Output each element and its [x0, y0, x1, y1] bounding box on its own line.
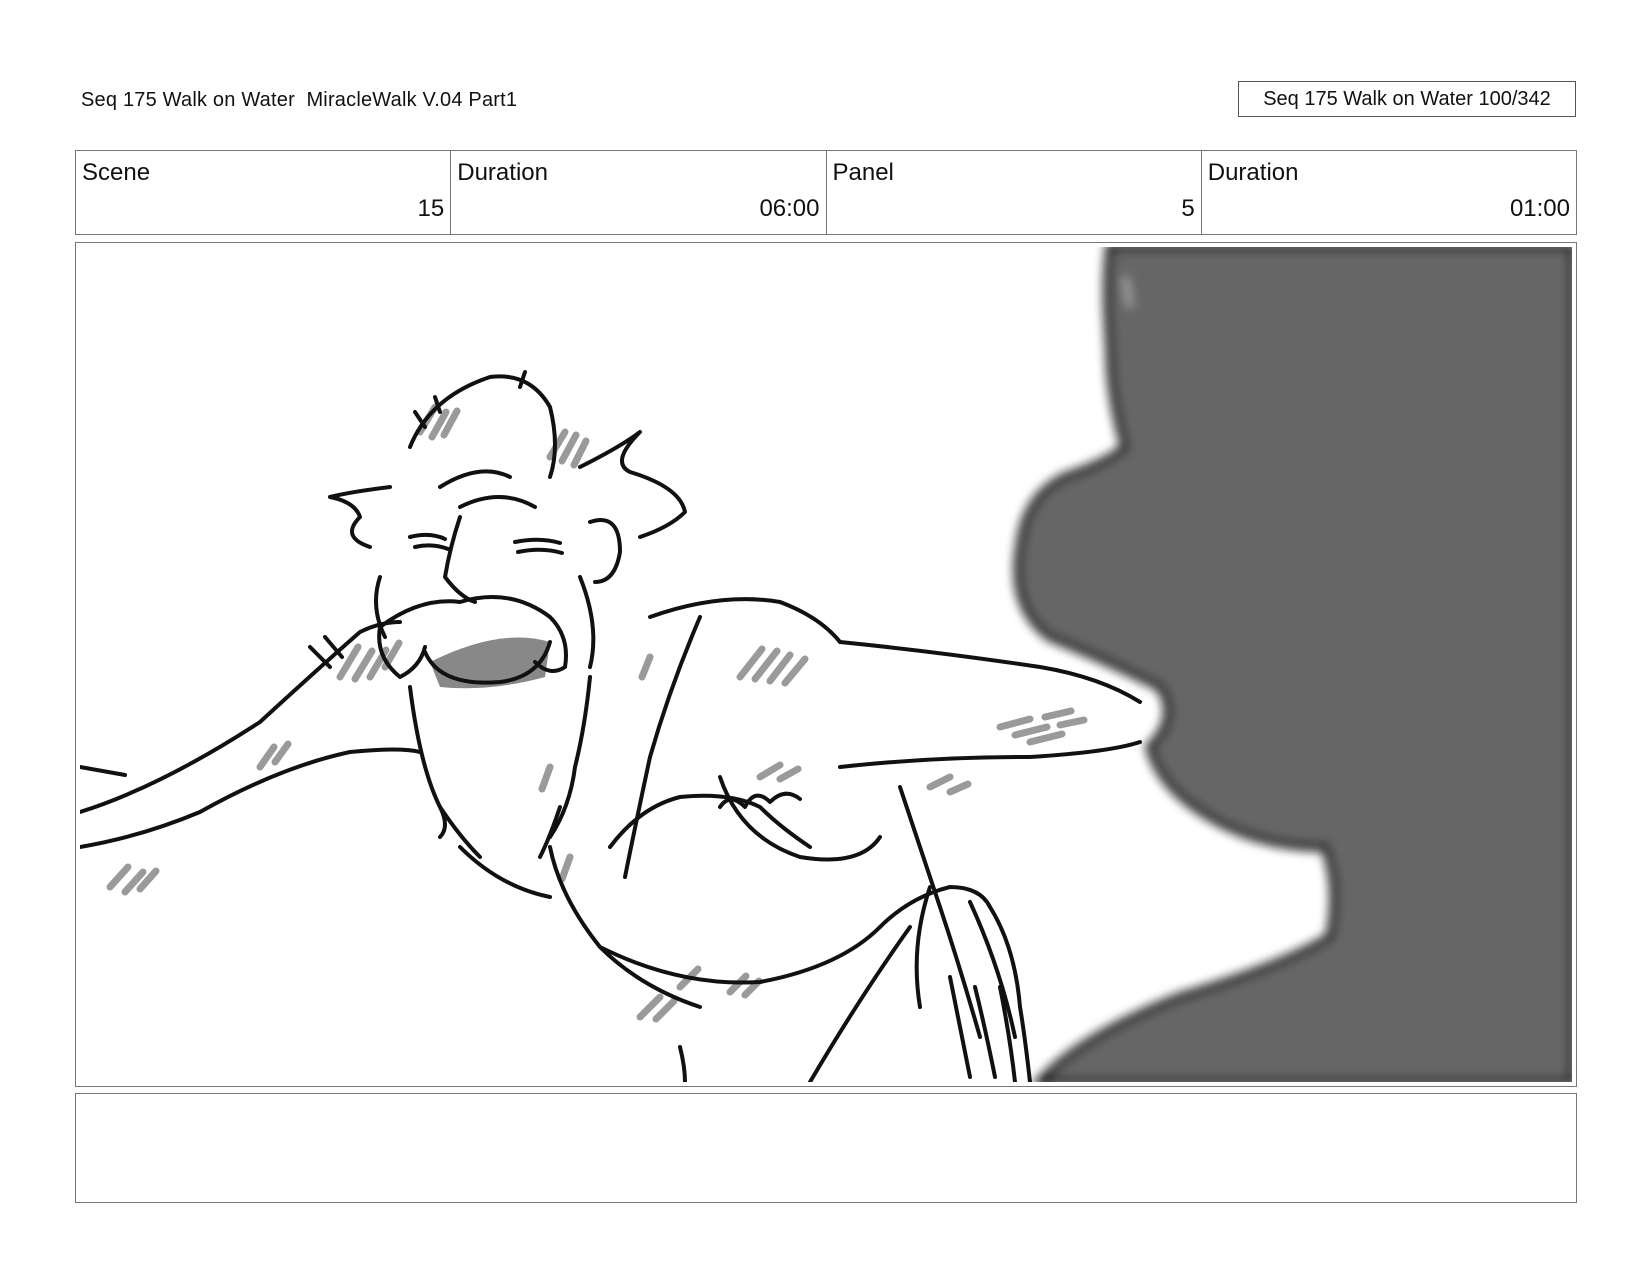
panel-duration-label: Duration — [1207, 159, 1299, 186]
panel-duration-value: 01:00 — [1509, 195, 1570, 222]
panel-cell: Panel 5 — [827, 151, 1202, 234]
panel-label: Panel — [832, 159, 894, 186]
scene-duration-value: 06:00 — [759, 195, 820, 222]
storyboard-sketch — [80, 247, 1572, 1082]
storyboard-panel — [75, 242, 1577, 1087]
page-indicator: Seq 175 Walk on Water 100/342 — [1238, 81, 1576, 117]
panel-value: 5 — [1181, 195, 1195, 222]
document-title: Seq 175 Walk on Water MiracleWalk V.04 P… — [81, 89, 518, 111]
scene-cell: Scene 15 — [76, 151, 452, 234]
caption-box — [75, 1093, 1577, 1203]
scene-value: 15 — [417, 195, 445, 222]
scene-duration-cell: Duration 06:00 — [451, 151, 827, 234]
info-table: Scene 15 Duration 06:00 Panel 5 Duration… — [75, 150, 1577, 235]
scene-label: Scene — [82, 159, 151, 186]
scene-duration-label: Duration — [457, 159, 548, 186]
panel-duration-cell: Duration 01:00 — [1202, 151, 1576, 234]
